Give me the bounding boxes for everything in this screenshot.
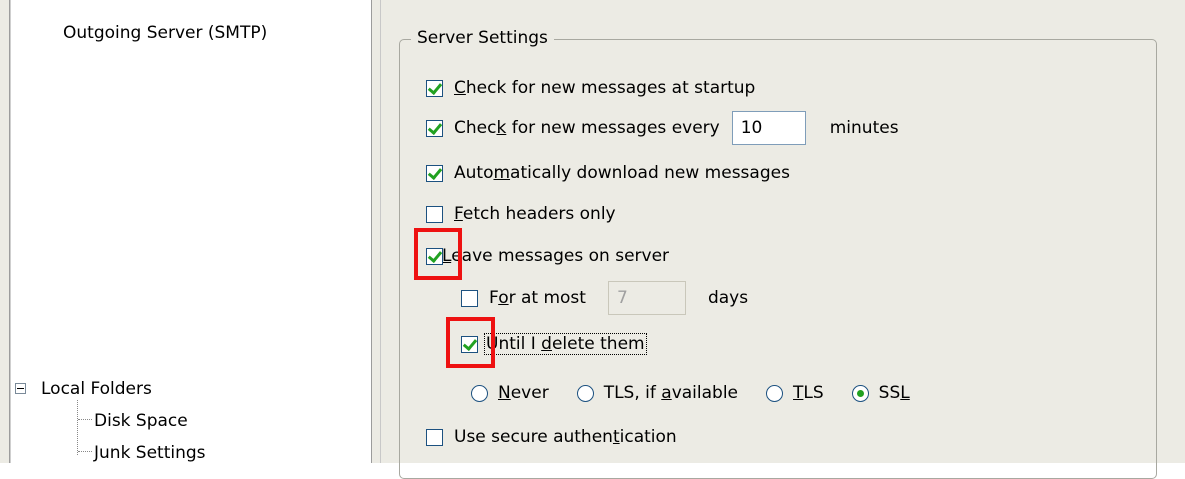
- ssl-label: SSL: [878, 383, 910, 403]
- pane-splitter[interactable]: [371, 0, 381, 463]
- tree-item-disk-space[interactable]: Disk Space: [94, 411, 188, 431]
- auto-download-checkbox[interactable]: [426, 164, 443, 182]
- until-delete-checkbox[interactable]: [461, 335, 478, 353]
- check-startup-row[interactable]: Check for new messages at startup: [426, 78, 755, 98]
- fetch-headers-label: Fetch headers only: [454, 204, 616, 224]
- radio-tls[interactable]: [766, 384, 784, 402]
- collapse-icon[interactable]: [15, 383, 26, 394]
- for-at-most-checkbox[interactable]: [461, 289, 478, 307]
- radio-ssl[interactable]: [851, 384, 869, 402]
- server-settings-title: Server Settings: [411, 28, 554, 48]
- leave-on-server-row[interactable]: Leave messages on server: [426, 246, 669, 266]
- radio-tls-if-available[interactable]: [576, 384, 594, 402]
- left-edge: [0, 0, 10, 463]
- check-every-checkbox[interactable]: [426, 119, 443, 137]
- tls-if-available-label: TLS, if available: [603, 383, 739, 403]
- tree-connector: [78, 451, 92, 452]
- tree-item-local-folders[interactable]: Local Folders: [41, 379, 152, 399]
- until-delete-label: Until I delete them: [484, 333, 647, 355]
- tree-connector: [77, 400, 78, 455]
- days-label: days: [707, 288, 749, 308]
- fetch-headers-checkbox[interactable]: [426, 205, 443, 223]
- minutes-label: minutes: [829, 118, 899, 138]
- check-every-row[interactable]: Check for new messages every 10 minutes: [426, 111, 899, 145]
- for-at-most-label: For at most: [489, 288, 586, 308]
- check-every-label: Check for new messages every: [454, 118, 720, 138]
- tree-connector: [78, 419, 92, 420]
- tree-item-outgoing-server[interactable]: Outgoing Server (SMTP): [63, 23, 267, 43]
- never-label: Never: [498, 383, 549, 403]
- auto-download-row[interactable]: Automatically download new messages: [426, 163, 790, 183]
- auto-download-label: Automatically download new messages: [454, 163, 790, 183]
- secure-auth-checkbox[interactable]: [426, 428, 443, 446]
- days-input[interactable]: 7: [607, 281, 686, 315]
- tree-item-junk-settings[interactable]: Junk Settings: [94, 443, 206, 463]
- radio-never[interactable]: [471, 384, 488, 402]
- for-at-most-row[interactable]: For at most 7 days: [461, 281, 748, 315]
- leave-on-server-label: Leave messages on server: [442, 246, 670, 266]
- settings-pane: Server Settings Check for new messages a…: [381, 0, 1185, 479]
- leave-on-server-checkbox[interactable]: [426, 247, 443, 265]
- tls-label: TLS: [793, 383, 824, 403]
- check-interval-input[interactable]: 10: [731, 111, 806, 145]
- check-startup-checkbox[interactable]: [426, 79, 443, 97]
- fetch-headers-row[interactable]: Fetch headers only: [426, 204, 616, 224]
- security-options: Never TLS, if available TLS SSL: [471, 383, 910, 403]
- account-tree: Outgoing Server (SMTP) Local Folders Dis…: [11, 0, 371, 463]
- secure-auth-row[interactable]: Use secure authentication: [426, 427, 677, 447]
- until-delete-row[interactable]: Until I delete them: [461, 333, 647, 355]
- secure-auth-label: Use secure authentication: [454, 427, 677, 447]
- check-startup-label: Check for new messages at startup: [454, 78, 756, 98]
